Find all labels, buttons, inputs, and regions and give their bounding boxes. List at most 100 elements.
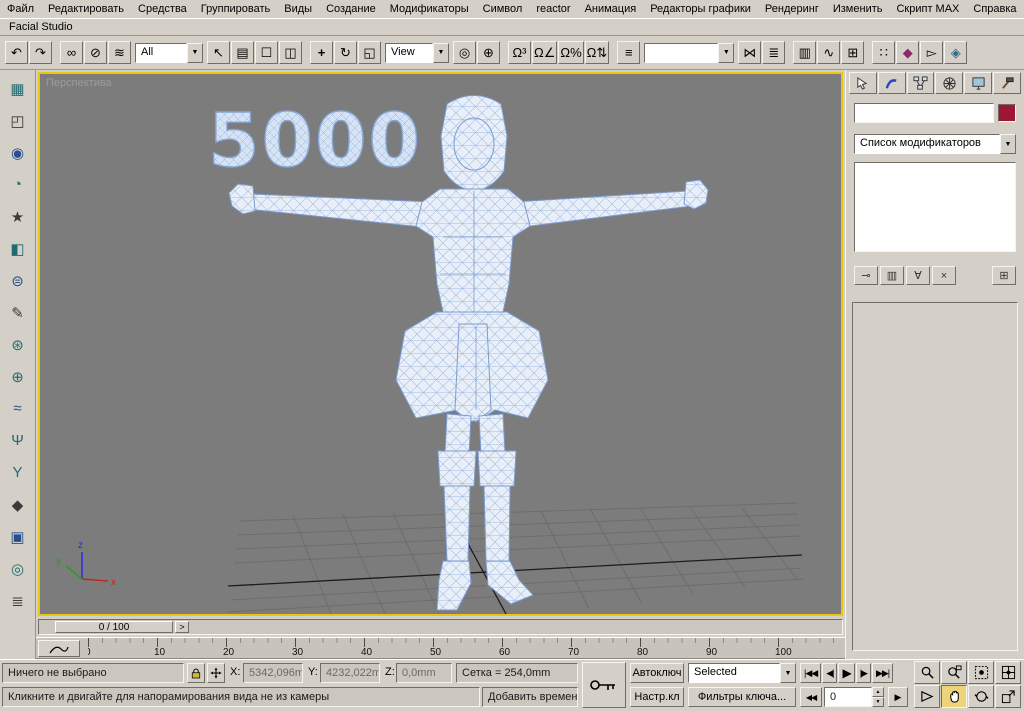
menu-item[interactable]: Создание <box>319 2 383 16</box>
quick-render-icon[interactable]: ◈ <box>944 41 967 64</box>
left-toolbar-icon[interactable]: ≣ <box>6 590 30 611</box>
remove-modifier-icon[interactable]: × <box>932 266 956 285</box>
play-button[interactable]: ▶ <box>838 663 854 683</box>
min-max-toggle-button[interactable] <box>995 685 1021 708</box>
chevron-down-icon[interactable]: ▼ <box>1000 134 1016 154</box>
select-by-name-icon[interactable]: ▤ <box>231 41 254 64</box>
render-scene-icon[interactable]: ◆ <box>896 41 919 64</box>
select-and-move-icon[interactable]: + <box>310 41 333 64</box>
named-selection-dropdown[interactable]: ▼ <box>644 43 734 63</box>
tab-create[interactable] <box>849 72 877 94</box>
left-toolbar-icon[interactable]: ◆ <box>6 494 30 515</box>
select-and-link-icon[interactable]: ∞ <box>60 41 83 64</box>
menu-item[interactable]: Редакторы графики <box>643 2 758 16</box>
track-bar[interactable]: 0102030405060708090100 <box>36 637 845 659</box>
absolute-offset-toggle-button[interactable] <box>207 663 225 683</box>
object-name-field[interactable] <box>854 103 994 123</box>
z-coordinate-field[interactable]: 0,0mm <box>396 663 452 683</box>
field-of-view-button[interactable] <box>914 685 940 708</box>
make-unique-icon[interactable]: ∀ <box>906 266 930 285</box>
pan-button[interactable] <box>941 685 967 708</box>
go-to-end-button[interactable]: ▶▶| <box>872 663 893 683</box>
key-filters-button[interactable]: Фильтры ключа... <box>688 687 796 707</box>
zoom-all-button[interactable] <box>941 661 967 684</box>
zoom-extents-all-button[interactable] <box>995 661 1021 684</box>
layer-manager-icon[interactable]: ▥ <box>793 41 816 64</box>
modifier-list-dropdown[interactable]: Список модификаторов ▼ <box>854 134 1016 154</box>
left-toolbar-icon[interactable]: Υ <box>6 462 30 483</box>
viewport-canvas[interactable]: 5000 <box>40 74 841 614</box>
open-mini-curve-editor-button[interactable] <box>38 640 80 657</box>
menu-item[interactable]: Группировать <box>194 2 278 16</box>
tab-modify[interactable] <box>878 72 906 94</box>
named-selection-input[interactable] <box>650 46 718 58</box>
bind-to-space-warp-icon[interactable]: ≋ <box>108 41 131 64</box>
auto-key-button[interactable]: Автоключ <box>630 663 684 683</box>
configure-modifier-sets-icon[interactable]: ⊞ <box>992 266 1016 285</box>
go-to-start-button[interactable]: |◀◀ <box>800 663 821 683</box>
next-frame-button[interactable]: |▶ <box>856 663 871 683</box>
select-object-icon[interactable]: ↖ <box>207 41 230 64</box>
left-toolbar-icon[interactable]: ≈ <box>6 398 30 419</box>
set-key-button[interactable]: Настр.кл <box>630 687 684 707</box>
edit-named-selections-icon[interactable]: ≡ <box>617 41 640 64</box>
track-bar-ruler[interactable]: 0102030405060708090100 <box>88 638 843 659</box>
tab-utilities[interactable] <box>993 72 1021 94</box>
left-toolbar-icon[interactable]: ▦ <box>6 78 30 99</box>
selection-region-icon[interactable]: ☐ <box>255 41 278 64</box>
key-filter-mode-dropdown[interactable]: Selected ▼ <box>688 663 796 683</box>
go-forward-button[interactable]: ▶ <box>888 687 908 707</box>
x-coordinate-field[interactable]: 5342,096m <box>243 663 303 683</box>
chevron-down-icon[interactable]: ▼ <box>780 663 796 683</box>
undo-icon[interactable]: ↶ <box>5 41 28 64</box>
zoom-extents-button[interactable] <box>968 661 994 684</box>
time-slider-handle[interactable]: 0 / 100 <box>55 621 173 633</box>
menu-item[interactable]: Справка <box>966 2 1023 16</box>
y-coordinate-field[interactable]: 4232,022m <box>320 663 380 683</box>
pin-stack-icon[interactable]: ⊸ <box>854 266 878 285</box>
menu-item[interactable]: Изменить <box>826 2 890 16</box>
object-name-input[interactable] <box>855 104 993 122</box>
align-icon[interactable]: ≣ <box>762 41 785 64</box>
spinner-up-icon[interactable]: ▲ <box>872 687 884 697</box>
left-toolbar-icon[interactable]: ★ <box>6 206 30 227</box>
chevron-down-icon[interactable]: ▼ <box>718 43 734 63</box>
angle-snap-icon[interactable]: Ω∠ <box>532 41 557 64</box>
selection-lock-button[interactable] <box>187 663 205 683</box>
left-toolbar-icon[interactable]: ⊛ <box>6 334 30 355</box>
menu-item[interactable]: Символ <box>476 2 530 16</box>
left-toolbar-icon[interactable]: ◔ <box>6 174 30 195</box>
select-and-scale-icon[interactable]: ◱ <box>358 41 381 64</box>
object-color-swatch[interactable] <box>998 104 1016 122</box>
percent-snap-icon[interactable]: Ω% <box>558 41 583 64</box>
left-toolbar-icon[interactable]: ◰ <box>6 110 30 131</box>
key-mode-toggle-button[interactable]: ◀◀ <box>800 687 822 707</box>
mirror-icon[interactable]: ⋈ <box>738 41 761 64</box>
material-editor-icon[interactable]: ∷ <box>872 41 895 64</box>
tab-display[interactable] <box>964 72 992 94</box>
render-type-icon[interactable]: ▻ <box>920 41 943 64</box>
modifier-stack-list[interactable] <box>854 162 1016 252</box>
use-pivot-center-icon[interactable]: ◎ <box>453 41 476 64</box>
spinner-snap-icon[interactable]: Ω⇅ <box>585 41 610 64</box>
chevron-down-icon[interactable]: ▼ <box>433 43 449 63</box>
redo-icon[interactable]: ↷ <box>29 41 52 64</box>
previous-frame-button[interactable]: ◀| <box>822 663 837 683</box>
left-toolbar-icon[interactable]: ◧ <box>6 238 30 259</box>
select-and-manipulate-icon[interactable]: ⊕ <box>477 41 500 64</box>
schematic-view-icon[interactable]: ⊞ <box>841 41 864 64</box>
spinner-down-icon[interactable]: ▼ <box>872 697 884 707</box>
left-toolbar-icon[interactable]: ◉ <box>6 142 30 163</box>
menu-item[interactable]: Анимация <box>578 2 644 16</box>
add-time-tag-field[interactable]: Добавить времен <box>482 687 578 707</box>
set-keys-big-button[interactable] <box>582 662 626 708</box>
reference-coordinate-dropdown[interactable]: View ▼ <box>385 43 449 63</box>
show-end-result-icon[interactable]: ▥ <box>880 266 904 285</box>
chevron-down-icon[interactable]: ▼ <box>187 43 203 63</box>
facial-studio-menu-item[interactable]: Facial Studio <box>0 21 82 33</box>
current-time-field[interactable]: 0 <box>824 687 872 707</box>
unlink-selection-icon[interactable]: ⊘ <box>84 41 107 64</box>
text-object-5000[interactable]: 5000 <box>208 98 422 184</box>
curve-editor-icon[interactable]: ∿ <box>817 41 840 64</box>
left-toolbar-icon[interactable]: ⊜ <box>6 270 30 291</box>
